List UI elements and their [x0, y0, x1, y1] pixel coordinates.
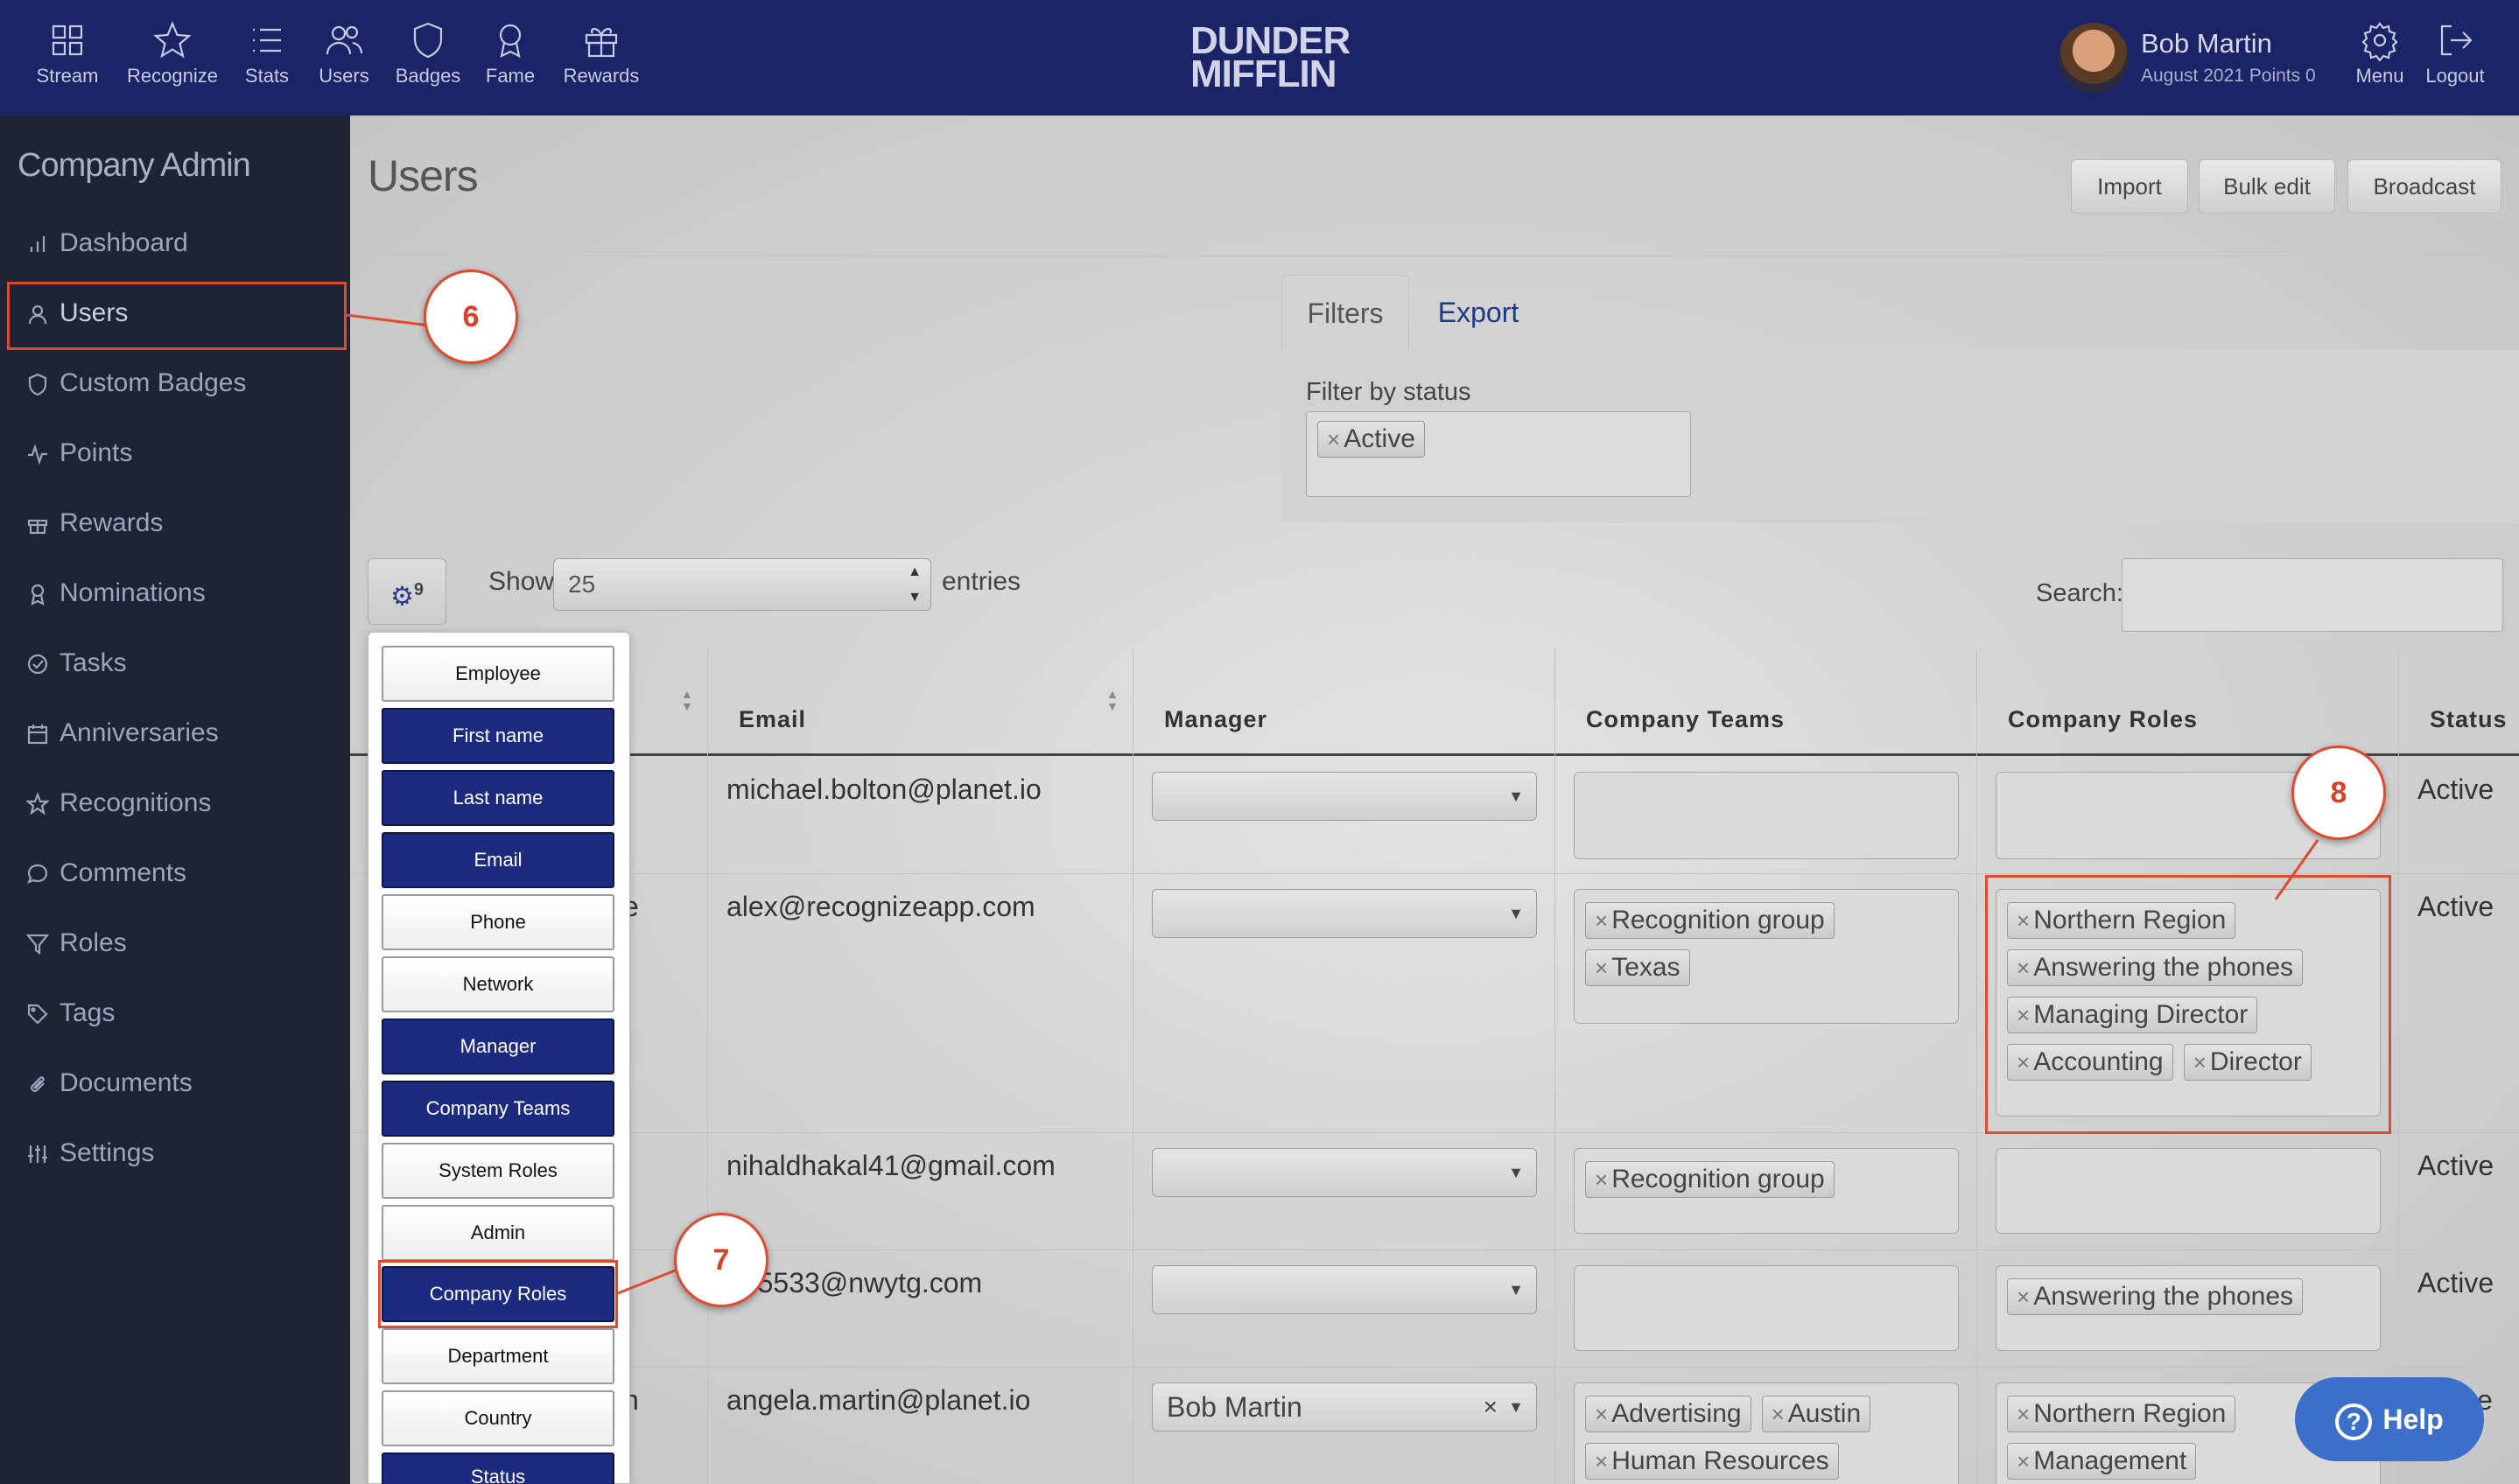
help-button[interactable]: ? Help — [2295, 1377, 2484, 1461]
callout-7: 7 — [674, 1213, 768, 1307]
callout-6: 6 — [424, 270, 518, 364]
callout-8: 8 — [2291, 746, 2386, 840]
callout-pointer-6 — [346, 313, 430, 327]
question-icon: ? — [2335, 1403, 2373, 1440]
help-label: Help — [2382, 1404, 2444, 1435]
callout-pointer-7 — [617, 1267, 680, 1295]
callout-pointer-8 — [2274, 839, 2319, 900]
callout-pointers — [346, 313, 2319, 1295]
